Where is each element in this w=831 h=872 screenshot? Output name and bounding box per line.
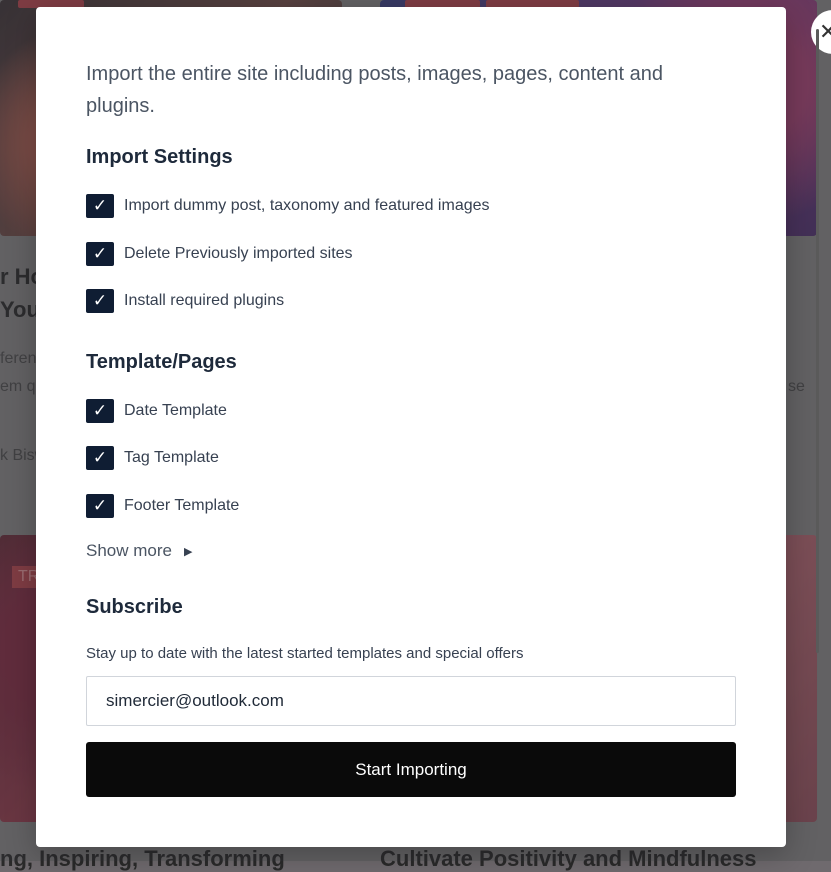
import-settings-heading: Import Settings — [86, 146, 233, 168]
option-label: Import dummy post, taxonomy and featured… — [124, 197, 490, 214]
option-label: Tag Template — [124, 449, 219, 466]
option-tag-template[interactable]: ✓ Tag Template — [86, 446, 219, 470]
show-more-toggle[interactable]: Show more ▶ — [86, 541, 192, 561]
option-footer-template[interactable]: ✓ Footer Template — [86, 494, 239, 518]
checkbox-checked[interactable]: ✓ — [86, 242, 114, 266]
checkbox-checked[interactable]: ✓ — [86, 494, 114, 518]
caret-right-icon: ▶ — [183, 545, 193, 558]
check-icon: ✓ — [92, 244, 108, 263]
checkbox-checked[interactable]: ✓ — [86, 446, 114, 470]
show-more-label: Show more — [86, 541, 172, 560]
option-label: Delete Previously imported sites — [124, 245, 353, 262]
checkbox-checked[interactable]: ✓ — [86, 194, 114, 218]
option-install-plugins[interactable]: ✓ Install required plugins — [86, 289, 284, 313]
option-label: Date Template — [124, 402, 227, 419]
subscribe-description: Stay up to date with the latest started … — [86, 645, 524, 662]
checkbox-checked[interactable]: ✓ — [86, 289, 114, 313]
check-icon: ✓ — [92, 401, 108, 420]
check-icon: ✓ — [92, 448, 108, 467]
import-description: Import the entire site including posts, … — [86, 63, 664, 117]
import-modal: Import the entire site including posts, … — [36, 7, 819, 847]
option-label: Install required plugins — [124, 292, 285, 309]
option-label: Footer Template — [124, 497, 240, 514]
check-icon: ✓ — [92, 196, 108, 215]
checkbox-checked[interactable]: ✓ — [86, 399, 114, 423]
modal-scrollbar[interactable] — [816, 29, 819, 653]
email-field[interactable] — [86, 676, 736, 726]
option-import-dummy-post[interactable]: ✓ Import dummy post, taxonomy and featur… — [86, 194, 490, 218]
template-pages-heading: Template/Pages — [86, 351, 237, 373]
close-icon: ✕ — [819, 19, 831, 44]
check-icon: ✓ — [92, 291, 108, 310]
option-date-template[interactable]: ✓ Date Template — [86, 399, 227, 423]
option-delete-previous-sites[interactable]: ✓ Delete Previously imported sites — [86, 242, 353, 266]
check-icon: ✓ — [92, 496, 108, 515]
start-importing-button[interactable]: Start Importing — [86, 742, 736, 797]
subscribe-heading: Subscribe — [86, 596, 183, 618]
